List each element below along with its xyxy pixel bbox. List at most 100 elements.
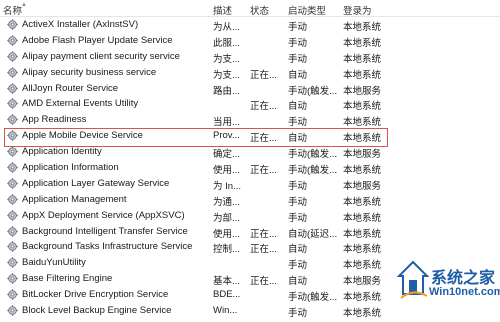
service-description: 路由... <box>213 85 240 97</box>
service-startup-type: 手动 <box>288 22 308 33</box>
service-name: App Readiness <box>22 114 87 126</box>
sort-ascending-icon: ▲ <box>21 2 27 8</box>
service-name: Background Intelligent Transfer Service <box>22 225 188 237</box>
service-name: Base Filtering Engine <box>22 273 113 285</box>
service-row[interactable]: Application Layer Gateway Service 为 In...… <box>0 176 500 192</box>
service-logon-as: 本地系统 <box>343 117 382 129</box>
service-startup-type: 手动 <box>288 117 308 129</box>
service-name: Background Tasks Infrastructure Service <box>22 241 193 253</box>
service-description: 为支... <box>213 53 240 65</box>
service-startup-type: 自动 <box>288 276 308 288</box>
service-startup-type: 自动 <box>288 101 308 113</box>
service-logon-as: 本地系统 <box>343 228 382 240</box>
service-status: 正在... <box>250 69 277 81</box>
service-row[interactable]: ActiveX Installer (AxInstSV) 为从... 手动 本地系统 <box>0 17 500 33</box>
service-row[interactable]: Application Identity 确定... 手动(触发... 本地服务 <box>0 144 500 160</box>
watermark: 系统之家 Win10net.com <box>395 258 500 322</box>
service-status: 正在... <box>250 165 277 177</box>
watermark-title: 系统之家 <box>431 270 496 287</box>
service-description: 控制... <box>213 244 240 256</box>
service-row[interactable]: AllJoyn Router Service 路由... 手动(触发... 本地服务 <box>0 81 500 97</box>
service-name: ActiveX Installer (AxInstSV) <box>22 19 139 30</box>
service-row[interactable]: AppX Deployment Service (AppXSVC) 为部... 手动… <box>0 208 500 224</box>
service-logon-as: 本地系统 <box>343 133 382 145</box>
service-logon-as: 本地系统 <box>343 244 382 256</box>
service-row[interactable]: AMD External Events Utility 正在... 自动 本地系统 <box>0 96 500 112</box>
service-startup-type: 手动 <box>288 196 308 208</box>
service-row[interactable]: Apple Mobile Device Service Prov... 正在... 自… <box>0 128 500 144</box>
service-name: BitLocker Drive Encryption Service <box>22 289 169 301</box>
service-name: Application Identity <box>22 146 102 158</box>
service-logon-as: 本地系统 <box>343 53 382 65</box>
service-description: 为支... <box>213 69 240 81</box>
service-description: 使用... <box>213 228 240 240</box>
service-logon-as: 本地系统 <box>343 69 382 81</box>
service-gear-icon <box>7 51 18 62</box>
service-startup-type: 手动 <box>288 260 308 272</box>
column-header-status[interactable]: 状态 <box>250 3 269 17</box>
service-row[interactable]: Application Information 使用... 正在... 手动(触发..… <box>0 160 500 176</box>
service-logon-as: 本地服务 <box>343 276 382 288</box>
service-row[interactable]: Alipay security business service 为支... 正在.… <box>0 65 500 81</box>
service-logon-as: 本地系统 <box>343 165 382 177</box>
service-logon-as: 本地服务 <box>343 149 382 161</box>
service-startup-type: 手动(触发... <box>288 85 338 97</box>
service-gear-icon <box>7 162 18 173</box>
service-name: AMD External Events Utility <box>22 98 139 110</box>
service-description: 此服... <box>213 37 240 49</box>
service-gear-icon <box>7 130 18 141</box>
column-header-name[interactable]: 名称 ▲ <box>3 2 27 17</box>
service-row[interactable]: Adobe Flash Player Update Service 此服... 手动… <box>0 33 500 49</box>
service-name: Alipay payment client security service <box>22 50 180 62</box>
service-name: AllJoyn Router Service <box>22 82 119 94</box>
service-row[interactable]: Alipay payment client security service 为支… <box>0 49 500 65</box>
service-gear-icon <box>7 146 18 157</box>
service-row[interactable]: App Readiness 当用... 手动 本地系统 <box>0 112 500 128</box>
column-header-description[interactable]: 描述 <box>213 3 232 17</box>
service-logon-as: 本地服务 <box>343 180 382 192</box>
service-startup-type: 自动 <box>288 133 308 145</box>
column-header-startup-type[interactable]: 启动类型 <box>288 3 326 17</box>
service-description: 基本... <box>213 276 240 288</box>
service-startup-type: 手动 <box>288 180 308 192</box>
service-row[interactable]: Application Management 为通... 手动 本地系统 <box>0 192 500 208</box>
service-gear-icon <box>7 178 18 189</box>
service-gear-icon <box>7 257 18 269</box>
service-startup-type: 手动(触发... <box>288 292 338 304</box>
service-gear-icon <box>7 273 18 284</box>
service-logon-as: 本地系统 <box>343 196 382 208</box>
watermark-subtitle: Win10net.com <box>429 286 500 298</box>
service-logon-as: 本地系统 <box>343 260 382 272</box>
column-header-logon-as[interactable]: 登录为 <box>343 3 372 17</box>
service-name: Block Level Backup Engine Service <box>22 305 172 317</box>
service-gear-icon <box>7 241 18 253</box>
service-name: Application Layer Gateway Service <box>22 177 170 189</box>
service-description: Win... <box>213 305 238 317</box>
service-startup-type: 手动 <box>288 212 308 224</box>
service-logon-as: 本地系统 <box>343 308 382 320</box>
service-gear-icon <box>7 114 18 126</box>
column-header-row: 名称 ▲ 描述 状态 启动类型 登录为 <box>0 0 500 17</box>
service-description: 为 In... <box>213 180 241 192</box>
service-status: 正在... <box>250 228 277 240</box>
service-logon-as: 本地系统 <box>343 292 382 304</box>
service-startup-type: 手动 <box>288 308 308 320</box>
service-gear-icon <box>7 209 18 221</box>
service-gear-icon <box>7 19 18 30</box>
service-description: 为从... <box>213 22 240 33</box>
service-row[interactable]: Background Tasks Infrastructure Service 控… <box>0 239 500 255</box>
service-name: BaiduYunUtility <box>22 257 86 269</box>
service-startup-type: 手动(触发... <box>288 149 338 161</box>
service-startup-type: 手动(触发... <box>288 165 338 177</box>
service-description: Prov... <box>213 130 240 142</box>
service-description: 当用... <box>213 117 240 129</box>
service-logon-as: 本地系统 <box>343 212 382 224</box>
service-name: Adobe Flash Player Update Service <box>22 34 173 46</box>
service-gear-icon <box>7 66 18 78</box>
house-logo-icon <box>397 260 429 299</box>
service-logon-as: 本地服务 <box>343 85 382 97</box>
service-startup-type: 自动 <box>288 244 308 256</box>
service-status: 正在... <box>250 244 277 256</box>
service-row[interactable]: Background Intelligent Transfer Service 使… <box>0 224 500 240</box>
service-gear-icon <box>7 98 18 110</box>
